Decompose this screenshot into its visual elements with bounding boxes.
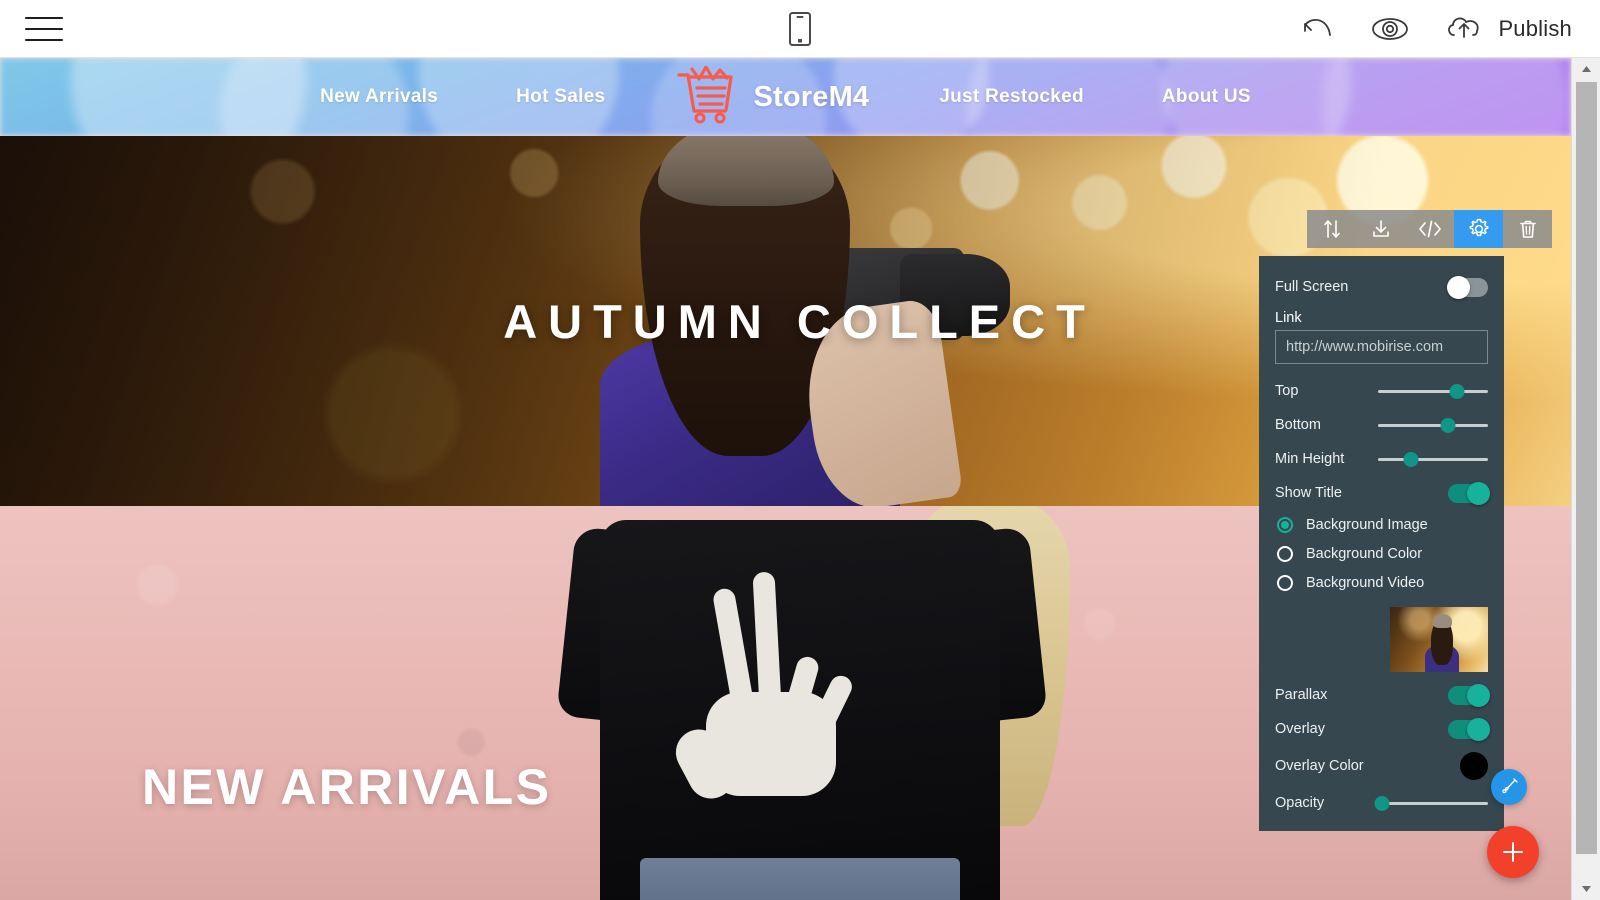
block-toolbar xyxy=(1307,210,1552,248)
full-screen-row: Full Screen xyxy=(1259,270,1504,304)
overlay-color-label: Overlay Color xyxy=(1275,758,1364,774)
shopping-cart-icon xyxy=(675,64,737,129)
background-video-option[interactable]: Background Video xyxy=(1259,568,1504,597)
top-slider-row: Top xyxy=(1259,374,1504,408)
publish-label: Publish xyxy=(1498,16,1572,41)
arrivals-title[interactable]: NEW ARRIVALS xyxy=(142,758,551,816)
download-block-icon[interactable] xyxy=(1356,210,1405,248)
full-screen-label: Full Screen xyxy=(1275,279,1349,295)
delete-block-icon[interactable] xyxy=(1503,210,1552,248)
block-settings-panel: Full Screen Link Top Bottom Min Height S… xyxy=(1259,256,1504,831)
move-block-icon[interactable] xyxy=(1307,210,1356,248)
top-slider[interactable] xyxy=(1378,383,1488,399)
parallax-label: Parallax xyxy=(1275,687,1328,703)
link-input[interactable] xyxy=(1275,330,1488,364)
overlay-color-swatch[interactable] xyxy=(1460,752,1488,780)
plus-icon[interactable] xyxy=(1487,826,1539,878)
edit-code-icon[interactable] xyxy=(1405,210,1454,248)
min-height-slider[interactable] xyxy=(1378,451,1488,467)
app-toolbar: Publish xyxy=(0,0,1600,58)
background-image-option[interactable]: Background Image xyxy=(1259,510,1504,539)
brand-name: StoreM4 xyxy=(753,80,870,113)
navbar-left-links: New Arrivals Hot Sales xyxy=(320,86,605,108)
bottom-slider-row: Bottom xyxy=(1259,408,1504,442)
opacity-slider[interactable] xyxy=(1374,795,1488,811)
overlay-toggle[interactable] xyxy=(1448,717,1490,741)
nav-link-new-arrivals[interactable]: New Arrivals xyxy=(320,86,438,108)
opacity-label: Opacity xyxy=(1275,795,1325,811)
radio-background-image-icon xyxy=(1277,516,1293,533)
hamburger-bar xyxy=(25,17,63,19)
undo-icon[interactable] xyxy=(1300,15,1336,43)
min-height-slider-label: Min Height xyxy=(1275,451,1345,467)
show-title-toggle[interactable] xyxy=(1448,481,1490,505)
navbar-right-links: Just Restocked About US xyxy=(939,86,1251,108)
background-video-label: Background Video xyxy=(1306,574,1425,591)
arrivals-photo-subject xyxy=(470,506,1170,900)
brush-icon[interactable] xyxy=(1491,769,1527,805)
background-image-thumbnail[interactable] xyxy=(1390,607,1488,672)
overlay-color-row: Overlay Color xyxy=(1259,746,1504,786)
parallax-row: Parallax xyxy=(1259,678,1504,712)
overlay-row: Overlay xyxy=(1259,712,1504,746)
cloud-upload-icon xyxy=(1444,12,1486,47)
eye-preview-icon[interactable] xyxy=(1370,15,1410,43)
top-slider-label: Top xyxy=(1275,383,1299,399)
nav-link-just-restocked[interactable]: Just Restocked xyxy=(939,86,1084,108)
hamburger-bar xyxy=(25,39,63,41)
overlay-label: Overlay xyxy=(1275,721,1325,737)
full-screen-toggle[interactable] xyxy=(1447,275,1488,299)
scrollbar-thumb[interactable] xyxy=(1576,82,1597,854)
hamburger-icon[interactable] xyxy=(25,13,63,45)
background-color-label: Background Color xyxy=(1306,545,1423,562)
block-settings-icon[interactable] xyxy=(1454,210,1503,248)
bottom-slider[interactable] xyxy=(1378,417,1488,433)
mobile-device-icon[interactable] xyxy=(783,11,817,47)
scroll-down-icon[interactable] xyxy=(1572,878,1600,900)
radio-background-color-icon xyxy=(1277,545,1293,562)
page-scrollbar[interactable] xyxy=(1571,58,1600,900)
background-color-option[interactable]: Background Color xyxy=(1259,539,1504,568)
opacity-row: Opacity xyxy=(1259,786,1504,820)
site-brand[interactable]: StoreM4 xyxy=(675,64,870,129)
min-height-slider-row: Min Height xyxy=(1259,442,1504,476)
nav-link-hot-sales[interactable]: Hot Sales xyxy=(516,86,605,108)
scroll-up-icon[interactable] xyxy=(1572,58,1600,80)
page-canvas: New Arrivals Hot Sales StoreM4 Just Rest… xyxy=(0,58,1571,900)
bottom-slider-label: Bottom xyxy=(1275,417,1321,433)
radio-background-video-icon xyxy=(1277,574,1293,591)
nav-link-about-us[interactable]: About US xyxy=(1162,86,1251,108)
background-image-label: Background Image xyxy=(1306,516,1428,533)
site-navbar: New Arrivals Hot Sales StoreM4 Just Rest… xyxy=(0,58,1571,136)
show-title-row: Show Title xyxy=(1259,476,1504,510)
show-title-label: Show Title xyxy=(1275,485,1342,501)
app-toolbar-right: Publish xyxy=(1300,0,1572,58)
hamburger-bar xyxy=(25,28,63,30)
parallax-toggle[interactable] xyxy=(1448,683,1490,707)
publish-button[interactable]: Publish xyxy=(1444,12,1572,47)
link-label: Link xyxy=(1275,310,1302,326)
